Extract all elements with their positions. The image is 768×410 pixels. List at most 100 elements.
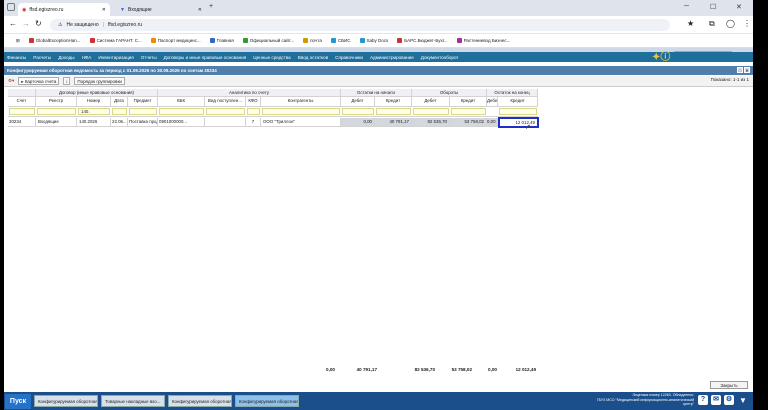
selected-cell-closing-credit[interactable]: 12 012,49 ➚	[498, 117, 539, 131]
settings-dropdown-icon[interactable]: ⚙▾	[8, 78, 14, 84]
restore-icon[interactable]: □	[737, 67, 743, 73]
col-income-type[interactable]: Вид поступлен...	[205, 97, 246, 107]
col-turnover-credit[interactable]: Кредит	[450, 97, 487, 107]
col-account[interactable]: Счет	[8, 97, 36, 107]
settings-icon[interactable]: ⚙	[724, 395, 734, 405]
new-tab-icon[interactable]: +	[209, 3, 213, 10]
filter-opening-credit[interactable]	[376, 108, 411, 115]
col-registry[interactable]: Реестр	[36, 97, 77, 107]
taskbar-item-1[interactable]: Конфигурируемая оборотная...	[34, 395, 98, 407]
filter-counterparties[interactable]	[262, 108, 340, 115]
bookmark-7[interactable]: СБИС	[330, 38, 351, 43]
filter-kfo[interactable]	[247, 108, 260, 115]
bookmark-6[interactable]: почта	[303, 38, 322, 43]
menu-reports[interactable]: Отчеты	[141, 55, 157, 60]
menu-references[interactable]: Справочники	[335, 55, 363, 60]
profile-icon[interactable]: ◯	[726, 19, 735, 28]
menu-nfa[interactable]: НФА	[82, 55, 92, 60]
close-tab-icon[interactable]: ✕	[198, 7, 202, 13]
maximize-icon[interactable]: ☐	[710, 3, 716, 11]
bookmark-4[interactable]: Главная	[209, 38, 234, 43]
tab-list-icon[interactable]	[7, 3, 15, 11]
taskbar-item-4[interactable]: Конфигурируемая оборотная...	[235, 395, 299, 407]
col-kbk[interactable]: КБК	[158, 97, 205, 107]
close-panel-icon[interactable]: ✕	[744, 67, 750, 73]
taskbar-item-2[interactable]: Товарные накладные вхо...	[101, 395, 165, 407]
forward-icon[interactable]: →	[22, 19, 30, 28]
cell-number: 140.2026	[77, 118, 111, 127]
menu-inventory[interactable]: Инвентаризация	[98, 55, 133, 60]
col-kfo[interactable]: КФО	[246, 97, 261, 107]
col-turnover-debit[interactable]: Дебет	[412, 97, 450, 107]
filter-account[interactable]	[9, 108, 35, 115]
close-button[interactable]: Закрыть	[710, 381, 748, 389]
group-analytics: Аналитика по счету	[158, 89, 341, 97]
grouping-order-button[interactable]: Порядок группировки	[74, 77, 125, 85]
filter-turnover-credit[interactable]	[451, 108, 486, 115]
account-card-button[interactable]: ▸ Карточка счета	[18, 77, 60, 85]
group-turnover: Обороты	[412, 89, 487, 97]
cell-account: 30234	[8, 118, 36, 127]
bookmark-9[interactable]: БАРС.Бюджет-Бухг...	[397, 38, 448, 43]
group-contract: Договор (иные правовые основания)	[36, 89, 158, 97]
col-opening-credit[interactable]: Кредит	[375, 97, 412, 107]
filter-subject[interactable]	[129, 108, 157, 115]
minimize-icon[interactable]: ─	[684, 3, 689, 10]
mail-icon: ▼	[120, 6, 125, 13]
bookmark-3[interactable]: Паспорт медицинс...	[150, 38, 201, 43]
taskbar-item-3[interactable]: Конфигурируемая оборотная...	[168, 395, 232, 407]
total-opening-credit: 40 791,17	[356, 367, 377, 372]
screen: ◉ ffsd.egiszreo.ru ✕ ▼ Входящие ✕ + ─ ☐ …	[4, 0, 753, 410]
url-field[interactable]: ⚠ Не защищено | ffsd.egiszreo.ru	[50, 19, 670, 31]
info-icon[interactable]: i	[63, 77, 71, 85]
filter-opening-debit[interactable]	[342, 108, 374, 115]
bookmark-10[interactable]: Растениевод Бизнес...	[456, 38, 510, 43]
bookmark-5[interactable]: Официальный сайт...	[242, 38, 294, 43]
menu-valuables[interactable]: Ценные средства	[253, 55, 291, 60]
col-number[interactable]: Номер	[77, 97, 111, 107]
filter-income-type[interactable]	[206, 108, 245, 115]
bookmark-star-icon[interactable]: ★	[687, 19, 694, 28]
start-button[interactable]: Пуск	[5, 393, 31, 409]
col-opening-debit[interactable]: Дебет	[341, 97, 375, 107]
apps-icon[interactable]: ⊞	[16, 38, 20, 44]
total-closing-debit: 0,00	[488, 367, 497, 372]
totals-row: 0,00 40 791,17 82 536,70 53 758,02 0,00 …	[321, 367, 536, 375]
window-title-bar: Конфигурируемая оборотная ведомость за п…	[4, 66, 753, 75]
help-icon[interactable]: ?	[698, 395, 708, 405]
close-tab-icon[interactable]: ✕	[102, 7, 106, 13]
menu-document-flow[interactable]: Документооборот	[421, 55, 459, 60]
bookmark-2[interactable]: Система ГАРАНТ. С...	[89, 38, 142, 43]
col-date[interactable]: Дата	[111, 97, 128, 107]
group-closing: Остаток на конец	[487, 89, 538, 97]
filter-closing-credit[interactable]	[499, 108, 537, 115]
menu-income[interactable]: Доходы	[58, 55, 74, 60]
collapse-icon[interactable]: ▼	[739, 396, 747, 405]
menu-contracts[interactable]: Договоры и иные правовые основания	[164, 55, 247, 60]
browser-tab-inbox[interactable]: ▼ Входящие ✕	[116, 3, 206, 16]
menu-icon[interactable]: ⋮	[743, 19, 751, 28]
browser-tab-active[interactable]: ◉ ffsd.egiszreo.ru ✕	[18, 3, 110, 16]
back-icon[interactable]: ←	[9, 19, 17, 28]
menu-administration[interactable]: Администрирование	[370, 55, 414, 60]
menu-settlements[interactable]: Расчеты	[33, 55, 51, 60]
filter-kbk[interactable]	[159, 108, 204, 115]
bookmark-8[interactable]: Saby Docs	[359, 38, 388, 43]
filter-number[interactable]: 140.	[78, 108, 110, 115]
filter-turnover-debit[interactable]	[413, 108, 449, 115]
col-counterparties[interactable]: Контрагенты	[261, 97, 341, 107]
menu-finance[interactable]: Финансы	[7, 55, 26, 60]
filter-date[interactable]	[112, 108, 127, 115]
reload-icon[interactable]: ↻	[35, 19, 42, 28]
total-closing-credit: 12 012,49	[515, 367, 536, 372]
col-subject[interactable]: Предмет	[128, 97, 158, 107]
mail-icon[interactable]: ✉	[711, 395, 721, 405]
menu-opening-balances[interactable]: Ввод остатков	[298, 55, 328, 60]
col-closing-credit[interactable]: Кредит	[498, 97, 538, 107]
close-window-icon[interactable]: ✕	[736, 3, 742, 11]
filter-registry[interactable]	[37, 108, 76, 115]
extensions-icon[interactable]: ⧉	[709, 19, 715, 29]
address-bar: ← → ↻ ⚠ Не защищено | ffsd.egiszreo.ru ★…	[4, 16, 753, 34]
col-closing-debit[interactable]: Дебет	[487, 97, 498, 107]
bookmark-1[interactable]: GlobalExceptionHan...	[28, 38, 81, 43]
